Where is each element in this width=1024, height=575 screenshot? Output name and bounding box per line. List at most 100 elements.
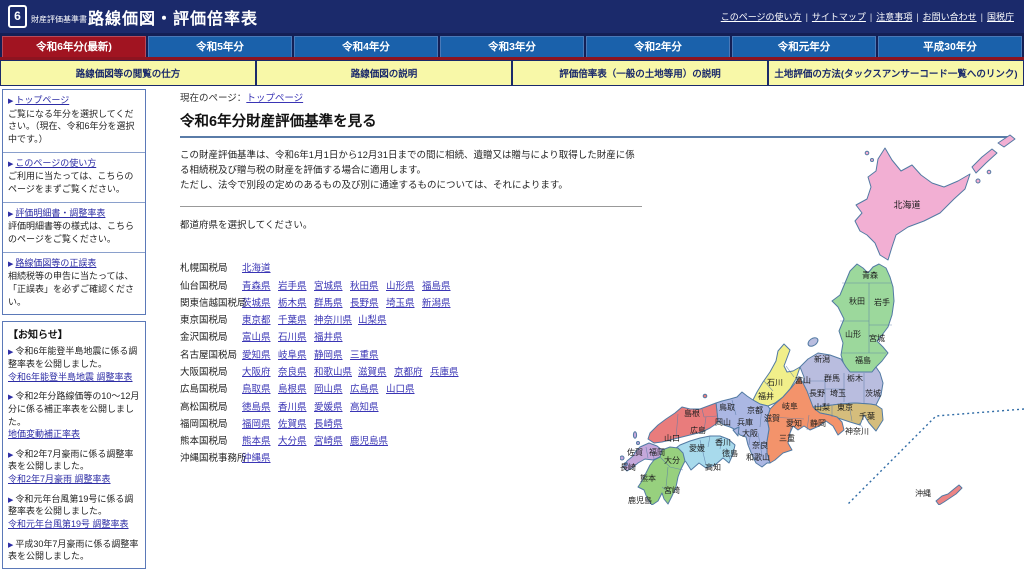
pref-link[interactable]: 秋田県 (350, 278, 380, 292)
header-link-1[interactable]: サイトマップ (812, 10, 866, 23)
pref-link[interactable]: 沖縄県 (242, 450, 272, 464)
breadcrumb-link-top[interactable]: トップページ (246, 93, 303, 104)
pref-link[interactable]: 徳島県 (242, 399, 272, 413)
menu-item-2[interactable]: 評価倍率表（一般の土地等用）の説明 (513, 61, 767, 85)
site-header: 6 財産評価基準書 路線価図・評価倍率表 このページの使い方|サイトマップ|注意… (0, 0, 1024, 33)
pref-link[interactable]: 千葉県 (278, 312, 308, 326)
pref-link[interactable]: 鹿児島県 (350, 433, 388, 447)
sidebar-nav-link[interactable]: 評価明細書・調整率表 (15, 208, 105, 218)
header-link-2[interactable]: 注意事項 (876, 10, 912, 23)
notice-link[interactable]: 令和2年7月豪雨 調整率表 (8, 474, 111, 484)
pref-link[interactable]: 神奈川県 (314, 312, 352, 326)
map-label: 岐阜 (782, 401, 798, 411)
map-region-okinawa[interactable] (936, 485, 962, 505)
pref-link[interactable]: 京都府 (394, 364, 424, 378)
tab-year-1[interactable]: 令和5年分 (148, 36, 292, 57)
pref-link[interactable]: 富山県 (242, 329, 272, 343)
pref-link[interactable]: 長崎県 (314, 416, 344, 430)
header-link-3[interactable]: お問い合わせ (923, 10, 977, 23)
pref-link[interactable]: 島根県 (278, 381, 308, 395)
pref-link[interactable]: 兵庫県 (430, 364, 460, 378)
map-label: 兵庫 (737, 417, 753, 427)
sidebar-nav-item: ▶このページの使い方ご利用に当たっては、こちらのページをまずご覧ください。 (3, 153, 145, 203)
pref-link[interactable]: 宮城県 (314, 278, 344, 292)
pref-link[interactable]: 岐阜県 (278, 347, 308, 361)
tab-year-6[interactable]: 平成30年分 (878, 36, 1022, 57)
notice-link[interactable]: 令和元年台風第19号 調整率表 (8, 519, 129, 529)
pref-link[interactable]: 愛媛県 (314, 399, 344, 413)
menu-item-3[interactable]: 土地評価の方法(タックスアンサーコード一覧へのリンク) (769, 61, 1023, 85)
pref-link[interactable]: 福岡県 (242, 416, 272, 430)
pref-link[interactable]: 高知県 (350, 399, 380, 413)
prefecture-links: 北海道 (242, 260, 278, 274)
menu-item-0[interactable]: 路線価図等の閲覧の仕方 (1, 61, 255, 85)
pref-link[interactable]: 福島県 (422, 278, 452, 292)
map-island (987, 170, 991, 174)
pref-link[interactable]: 大分県 (278, 433, 308, 447)
menu-item-1[interactable]: 路線価図の説明 (257, 61, 511, 85)
bureau-name: 金沢国税局 (180, 329, 242, 343)
bureau-name: 名古屋国税局 (180, 347, 242, 361)
sidebar-nav-link[interactable]: トップページ (15, 95, 69, 105)
pref-link[interactable]: 茨城県 (242, 295, 272, 309)
sidebar-nav-link[interactable]: このページの使い方 (15, 158, 96, 168)
pref-link[interactable]: 宮崎県 (314, 433, 344, 447)
map-label: 宮城 (869, 333, 885, 343)
pref-link[interactable]: 大阪府 (242, 364, 272, 378)
pref-link[interactable]: 山梨県 (358, 312, 388, 326)
tab-year-0[interactable]: 令和6年分(最新) (2, 36, 146, 57)
pref-link[interactable]: 岡山県 (314, 381, 344, 395)
tab-year-3[interactable]: 令和3年分 (440, 36, 584, 57)
prefecture-links: 愛知県岐阜県静岡県三重県 (242, 347, 386, 361)
notice-link[interactable]: 令和6年能登半島地震 調整率表 (8, 372, 133, 382)
bureau-name: 仙台国税局 (180, 278, 242, 292)
sidebar-nav-desc: ご覧になる年分を選択してください。（現在、令和6年分を選択中です。） (8, 108, 140, 146)
map-island (972, 149, 997, 173)
map-label: 福島 (855, 355, 871, 365)
map-label: 愛知 (786, 418, 802, 428)
pref-link[interactable]: 石川県 (278, 329, 308, 343)
tab-year-4[interactable]: 令和2年分 (586, 36, 730, 57)
pref-link[interactable]: 岩手県 (278, 278, 308, 292)
notice-link[interactable]: 地価変動補正率表 (8, 429, 80, 439)
pref-link[interactable]: 東京都 (242, 312, 272, 326)
prefecture-links: 大阪府奈良県和歌山県滋賀県京都府兵庫県 (242, 364, 466, 378)
map-label: 沖縄 (915, 488, 931, 498)
pref-link[interactable]: 愛知県 (242, 347, 272, 361)
map-island-iki (637, 442, 640, 445)
pref-link[interactable]: 三重県 (350, 347, 380, 361)
pref-link[interactable]: 奈良県 (278, 364, 308, 378)
pref-link[interactable]: 和歌山県 (314, 364, 352, 378)
map-label: 京都 (747, 405, 763, 415)
pref-link[interactable]: 群馬県 (314, 295, 344, 309)
pref-link[interactable]: 鳥取県 (242, 381, 272, 395)
site-logo: 6 財産評価基準書 路線価図・評価倍率表 (8, 5, 258, 28)
pref-link[interactable]: 佐賀県 (278, 416, 308, 430)
map-label: 岩手 (874, 297, 890, 307)
map-label: 和歌山 (746, 452, 770, 462)
pref-link[interactable]: 長野県 (350, 295, 380, 309)
pref-link[interactable]: 香川県 (278, 399, 308, 413)
pref-link[interactable]: 福井県 (314, 329, 344, 343)
pref-link[interactable]: 青森県 (242, 278, 272, 292)
pref-link[interactable]: 山形県 (386, 278, 416, 292)
pref-link[interactable]: 埼玉県 (386, 295, 416, 309)
header-link-4[interactable]: 国税庁 (987, 10, 1014, 23)
tab-year-5[interactable]: 令和元年分 (732, 36, 876, 57)
pref-link[interactable]: 新潟県 (422, 295, 452, 309)
header-link-separator: | (916, 12, 918, 22)
map-label: 富山 (795, 375, 811, 385)
pref-link[interactable]: 広島県 (350, 381, 380, 395)
sidebar-nav-link[interactable]: 路線価図等の正誤表 (15, 258, 96, 268)
tab-year-2[interactable]: 令和4年分 (294, 36, 438, 57)
pref-link[interactable]: 滋賀県 (358, 364, 388, 378)
pref-link[interactable]: 熊本県 (242, 433, 272, 447)
pref-link[interactable]: 栃木県 (278, 295, 308, 309)
pref-link[interactable]: 山口県 (386, 381, 416, 395)
map-label: 福井 (758, 391, 774, 401)
pref-link[interactable]: 北海道 (242, 260, 272, 274)
pref-link[interactable]: 静岡県 (314, 347, 344, 361)
bureau-name: 東京国税局 (180, 312, 242, 326)
map-label: 熊本 (640, 473, 656, 483)
header-link-0[interactable]: このページの使い方 (721, 10, 802, 23)
